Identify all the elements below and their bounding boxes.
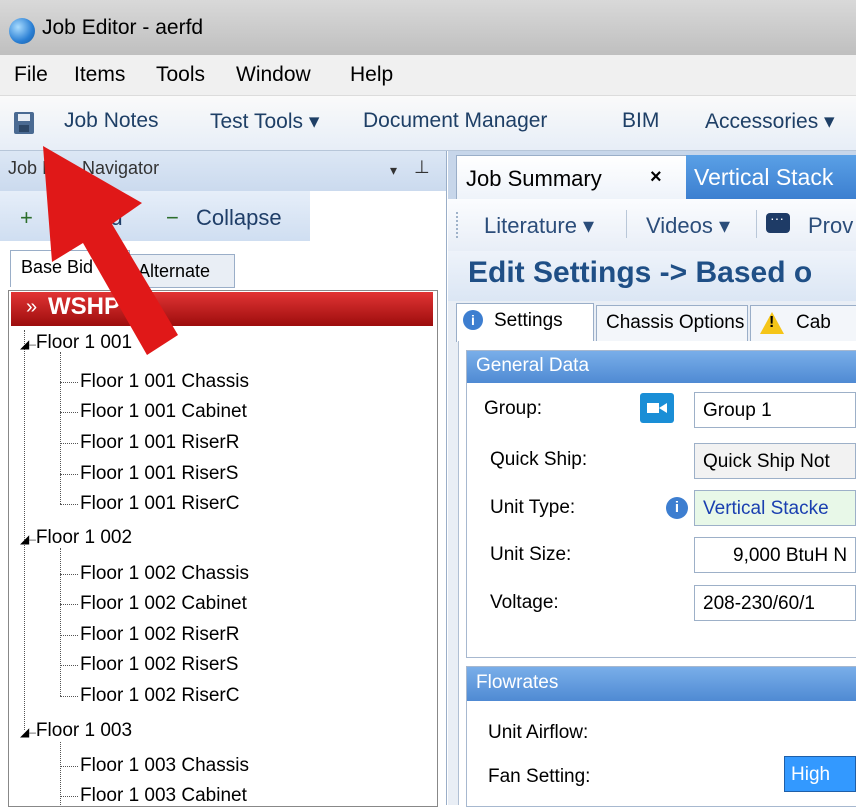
tree-node-item[interactable]: Floor 1 002 RiserR [80, 624, 239, 646]
voltage-field[interactable]: 208-230/60/1 [694, 585, 856, 621]
accessories-menu[interactable]: Accessories ▾ [705, 109, 835, 134]
tree-node-item[interactable]: Floor 1 001 RiserS [80, 463, 238, 485]
main-toolbar: Job Notes Test Tools ▾ Document Manager … [0, 96, 856, 151]
save-icon[interactable] [14, 112, 34, 134]
tree-node-item[interactable]: Floor 1 002 Chassis [80, 563, 249, 585]
tree-node-item[interactable]: Floor 1 003 Chassis [80, 755, 249, 777]
tree-node-item[interactable]: Floor 1 001 Chassis [80, 371, 249, 393]
tree-node-label: Floor 1 002 [35, 527, 133, 548]
tree-node-item[interactable]: Floor 1 003 Cabinet [80, 785, 247, 807]
info-icon[interactable]: i [666, 497, 688, 519]
test-tools-menu[interactable]: Test Tools ▾ [210, 109, 319, 134]
tree-node-floor[interactable]: ◢–Floor 1 001 [20, 332, 132, 354]
menu-file[interactable]: File [14, 63, 48, 87]
tree-connector [60, 635, 78, 636]
pin-icon[interactable]: ⊥ [414, 157, 430, 178]
warning-mark: ! [769, 314, 775, 331]
info-icon: i [463, 310, 483, 330]
menu-items[interactable]: Items [74, 63, 125, 87]
literature-menu[interactable]: Literature ▾ [484, 213, 594, 239]
toolbar-grip [456, 212, 460, 238]
quick-ship-label: Quick Ship: [490, 449, 588, 470]
group-field[interactable]: Group 1 [694, 392, 856, 428]
collapse-triangle-icon[interactable]: ◢ [20, 337, 29, 351]
tab-label: Base Bid [21, 257, 94, 277]
expand-button[interactable]: Expand [48, 205, 123, 231]
voltage-label: Voltage: [490, 592, 559, 613]
tab-vertical-stack-label: Vertical Stack [694, 164, 834, 190]
videos-menu[interactable]: Videos ▾ [646, 213, 730, 239]
bim-button[interactable]: BIM [622, 109, 659, 133]
tree-connector [60, 443, 78, 444]
tree-node-item[interactable]: Floor 1 002 Cabinet [80, 593, 247, 615]
toolbar-separator [756, 210, 757, 238]
page-title: Edit Settings -> Based o [468, 256, 813, 289]
tree-node-item[interactable]: Floor 1 001 RiserR [80, 432, 239, 454]
tree-node-label: Floor 1 001 [35, 332, 133, 353]
document-manager-button[interactable]: Document Manager [363, 109, 547, 133]
tree-node-item[interactable]: Floor 1 001 Cabinet [80, 401, 247, 423]
tree-connector [60, 474, 78, 475]
job-notes-button[interactable]: Job Notes [64, 109, 159, 133]
prov-button[interactable]: Prov [808, 213, 853, 239]
tree-connector [60, 696, 78, 697]
tree-node-item[interactable]: Floor 1 002 RiserC [80, 685, 239, 707]
unit-airflow-label: Unit Airflow: [488, 722, 589, 743]
tree-root-label: WSHP [48, 293, 120, 320]
unit-type-label: Unit Type: [490, 497, 576, 518]
menu-bar: File Items Tools Window Help [0, 55, 856, 96]
expand-icon[interactable]: + [20, 205, 33, 231]
tree-node-floor[interactable]: ◢–Floor 1 002 [20, 527, 132, 549]
tab-settings-label: Settings [494, 310, 563, 331]
tree-connector [60, 382, 78, 383]
video-icon[interactable] [640, 393, 674, 423]
collapse-button[interactable]: Collapse [196, 205, 282, 231]
tree-connector [60, 796, 78, 797]
tab-job-summary-label: Job Summary [466, 166, 602, 191]
chevron-icon[interactable]: » [26, 296, 37, 319]
menu-window[interactable]: Window [236, 63, 311, 87]
toolbar-separator [626, 210, 627, 238]
tree-connector [60, 574, 78, 575]
flowrates-title: Flowrates [476, 672, 559, 693]
unit-size-field[interactable]: 9,000 BtuH N [694, 537, 856, 573]
tree-connector [60, 548, 61, 696]
tab-label: Alternate [138, 261, 211, 281]
chat-icon[interactable] [766, 210, 790, 233]
fan-setting-label: Fan Setting: [488, 766, 591, 787]
tab-base-bid[interactable]: Base Bid [10, 250, 130, 287]
window-title: Job Editor - aerfd [42, 16, 204, 39]
menu-help[interactable]: Help [350, 63, 393, 87]
navigator-title: Job Item Navigator [8, 158, 160, 178]
tree-node-label: Floor 1 003 [35, 720, 133, 741]
tab-cabinet-label: Cab [796, 312, 831, 333]
tree-connector [60, 665, 78, 666]
unit-size-label: Unit Size: [490, 544, 572, 565]
tab-alternate[interactable]: Alternate [127, 254, 235, 288]
quick-ship-field[interactable]: Quick Ship Not [694, 443, 856, 479]
group-label: Group: [484, 398, 543, 419]
tree-node-item[interactable]: Floor 1 001 RiserC [80, 493, 239, 515]
collapse-triangle-icon[interactable]: ◢ [20, 532, 29, 546]
collapse-triangle-icon[interactable]: ◢ [20, 725, 29, 739]
tree-connector [60, 352, 61, 504]
menu-tools[interactable]: Tools [156, 63, 205, 87]
general-data-title: General Data [476, 355, 590, 376]
close-icon[interactable]: × [650, 166, 662, 189]
globe-icon [9, 18, 35, 44]
tree-connector [60, 604, 78, 605]
navigator-dropdown-icon[interactable]: ▾ [390, 162, 397, 179]
tab-chassis-options-label: Chassis Options [606, 312, 745, 333]
tree-connector [60, 766, 78, 767]
fan-setting-field[interactable]: High [784, 756, 856, 792]
tree-node-floor[interactable]: ◢–Floor 1 003 [20, 720, 132, 742]
tree-node-item[interactable]: Floor 1 002 RiserS [80, 654, 238, 676]
unit-type-field[interactable]: Vertical Stacke [694, 490, 856, 526]
tree-connector [60, 412, 78, 413]
collapse-icon[interactable]: − [166, 205, 179, 231]
tree-connector [60, 504, 78, 505]
